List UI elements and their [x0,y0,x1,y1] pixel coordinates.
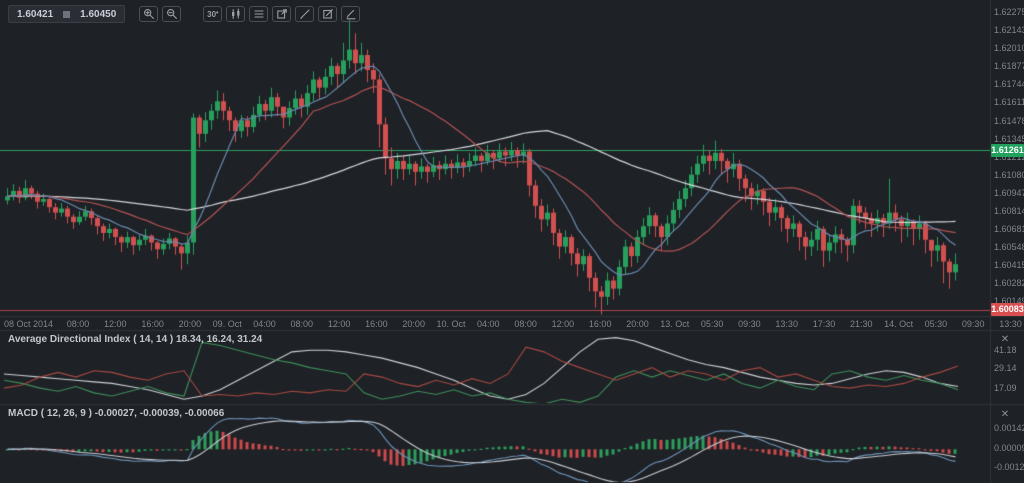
adx-title-text: Average Directional Index ( 14, 14 ) [8,334,173,345]
macd-axis-label: 0.00142 [994,423,1024,433]
zoom-in-icon[interactable] [139,6,158,22]
candlestick-chart-icon[interactable] [226,6,245,22]
adx-axis-label: 17.09 [994,383,1017,393]
time-axis-label: 05:30 [701,319,724,329]
price-axis-label: 1.61611 [994,97,1024,107]
indicators-icon[interactable] [249,6,268,22]
price-axis-label: 1.60814 [994,206,1024,216]
macd-values-text: -0.00027, -0.00039, -0.00066 [95,408,225,419]
price-axis-label: 1.61744 [994,79,1024,89]
price-axis-label: 1.61345 [994,134,1024,144]
price-label-low: 1.60083 [991,303,1024,316]
price-axis-label: 1.62143 [994,25,1024,35]
time-axis-label: 12:00 [552,319,575,329]
time-axis-label: 20:00 [179,319,202,329]
time-axis-label: 04:00 [253,319,276,329]
time-axis-label: 16:00 [141,319,164,329]
time-axis-label: 17:30 [813,319,836,329]
time-axis-label: 08:00 [514,319,537,329]
adx-axis-label: 29.14 [994,363,1017,373]
price-axis-label: 1.62275 [994,7,1024,17]
macd-close-icon[interactable]: ✕ [998,408,1012,422]
macd-title-text: MACD ( 12, 26, 9 ) [8,408,92,419]
edit-box-icon[interactable] [318,6,337,22]
price-axis-label: 1.61877 [994,61,1024,71]
macd-axis-label: 0.00009 [994,443,1024,453]
time-axis-label: 12:00 [328,319,351,329]
time-axis-label: 04:00 [477,319,500,329]
chart-toolbar: 1.60421 1.60450 30• [8,5,364,23]
price-label-high: 1.61261 [991,144,1024,157]
price-axis-label: 1.61478 [994,116,1024,126]
bid-price[interactable]: 1.60421 [17,9,53,20]
price-axis-label: 1.60282 [994,278,1024,288]
time-axis-label: 05:30 [925,319,948,329]
quote-box[interactable]: 1.60421 1.60450 [8,5,125,23]
price-axis-label: 1.62010 [994,43,1024,53]
time-axis-label: 10. Oct [436,319,465,329]
price-axis-label: 1.60415 [994,260,1024,270]
time-axis-label: 21:30 [850,319,873,329]
timeframe-marker: • [216,12,218,16]
draw-icon[interactable] [341,6,360,22]
timeframe-label: 30 [207,10,216,19]
time-axis-label: 09:30 [962,319,985,329]
macd-panel-title: MACD ( 12, 26, 9 ) -0.00027, -0.00039, -… [8,408,224,419]
price-axis-label: 1.61080 [994,170,1024,180]
time-axis-label: 09. Oct [213,319,242,329]
time-axis-label: 12:00 [104,319,127,329]
popout-icon[interactable] [272,6,291,22]
time-axis-label: 08:00 [67,319,90,329]
price-axis-label: 1.60947 [994,188,1024,198]
time-axis-label: 08 Oct 2014 [4,319,53,329]
price-axis-label: 1.60681 [994,224,1024,234]
adx-panel-title: Average Directional Index ( 14, 14 ) 18.… [8,334,262,345]
time-axis-label: 14. Oct [884,319,913,329]
adx-values-text: 18.34, 16.24, 31.24 [176,334,262,345]
time-axis-label: 13:30 [999,319,1022,329]
ask-price[interactable]: 1.60450 [80,9,116,20]
price-axis-label: 1.60548 [994,242,1024,252]
adx-close-icon[interactable]: ✕ [998,333,1012,347]
time-axis-label: 16:00 [365,319,388,329]
time-axis-label: 09:30 [738,319,761,329]
time-axis-label: 13:30 [775,319,798,329]
time-axis-label: 08:00 [291,319,314,329]
timeframe-30-button[interactable]: 30• [203,6,222,22]
time-axis-label: 16:00 [589,319,612,329]
toolbar-buttons: 30• [139,6,364,22]
trading-chart-window: { "quote_panel": { "bid": "1.60421", "as… [0,0,1024,483]
pen-icon[interactable] [295,6,314,22]
zoom-out-icon[interactable] [162,6,181,22]
macd-axis-label: -0.00125 [994,462,1024,472]
time-axis-label: 20:00 [626,319,649,329]
time-axis-label: 13. Oct [660,319,689,329]
time-axis-label: 20:00 [402,319,425,329]
quote-separator-icon [63,11,70,18]
